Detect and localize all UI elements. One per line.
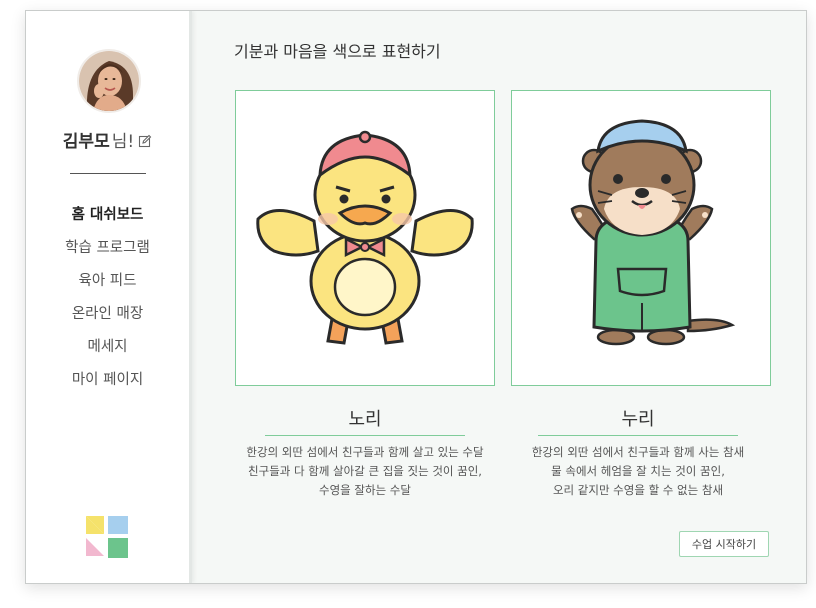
desc-line: 친구들과 다 함께 살아갈 큰 집을 짓는 것이 꿈인, — [248, 464, 482, 478]
desc-line: 수영을 잘하는 수달 — [319, 483, 411, 497]
otter-illustration — [570, 119, 736, 346]
sidebar: 김부모 님! 홈 대쉬보드 학습 프로그램 육아 피드 온라인 매장 메세지 마… — [26, 11, 192, 583]
main-content: 기분과 마음을 색으로 표현하기 노리 누리 한강의 외딴 섬에서 친구들과 함… — [192, 11, 806, 583]
nav-item-message[interactable]: 메세지 — [26, 335, 189, 368]
desc-line: 한강의 외딴 섬에서 친구들과 함께 살고 있는 수달 — [246, 445, 484, 459]
edit-icon[interactable] — [138, 133, 152, 147]
desc-line: 한강의 외딴 섬에서 친구들과 함께 사는 참새 — [531, 445, 745, 459]
avatar[interactable] — [77, 49, 141, 113]
character-card-nori[interactable] — [235, 90, 495, 386]
character-name-nuri: 누리 — [538, 405, 738, 436]
username-name: 김부모 — [62, 132, 110, 152]
page-title: 기분과 마음을 색으로 표현하기 — [234, 42, 441, 61]
nav-item-my-page[interactable]: 마이 페이지 — [26, 368, 189, 401]
sidebar-divider — [70, 173, 146, 174]
character-desc-nori: 한강의 외딴 섬에서 친구들과 함께 살고 있는 수달 친구들과 다 함께 살아… — [215, 443, 515, 500]
username: 김부모 님! — [26, 127, 189, 152]
character-name-nori: 노리 — [265, 405, 465, 436]
start-lesson-button[interactable]: 수업 시작하기 — [679, 531, 769, 557]
brand-logo — [86, 516, 128, 558]
character-card-nuri[interactable] — [511, 90, 771, 386]
app-window: 김부모 님! 홈 대쉬보드 학습 프로그램 육아 피드 온라인 매장 메세지 마… — [25, 10, 807, 584]
duck-illustration — [256, 130, 474, 345]
nav-item-parenting-feed[interactable]: 육아 피드 — [26, 269, 189, 302]
desc-line: 물 속에서 헤엄을 잘 치는 것이 꿈인, — [551, 464, 725, 478]
character-desc-nuri: 한강의 외딴 섬에서 친구들과 함께 사는 참새 물 속에서 헤엄을 잘 치는 … — [488, 443, 788, 500]
sidebar-nav: 홈 대쉬보드 학습 프로그램 육아 피드 온라인 매장 메세지 마이 페이지 — [26, 203, 189, 401]
desc-line: 오리 같지만 수영을 할 수 없는 참새 — [552, 483, 724, 497]
nav-item-dashboard[interactable]: 홈 대쉬보드 — [26, 203, 189, 236]
username-suffix: 님! — [111, 132, 135, 152]
nav-item-learning-program[interactable]: 학습 프로그램 — [26, 236, 189, 269]
nav-item-online-store[interactable]: 온라인 매장 — [26, 302, 189, 335]
